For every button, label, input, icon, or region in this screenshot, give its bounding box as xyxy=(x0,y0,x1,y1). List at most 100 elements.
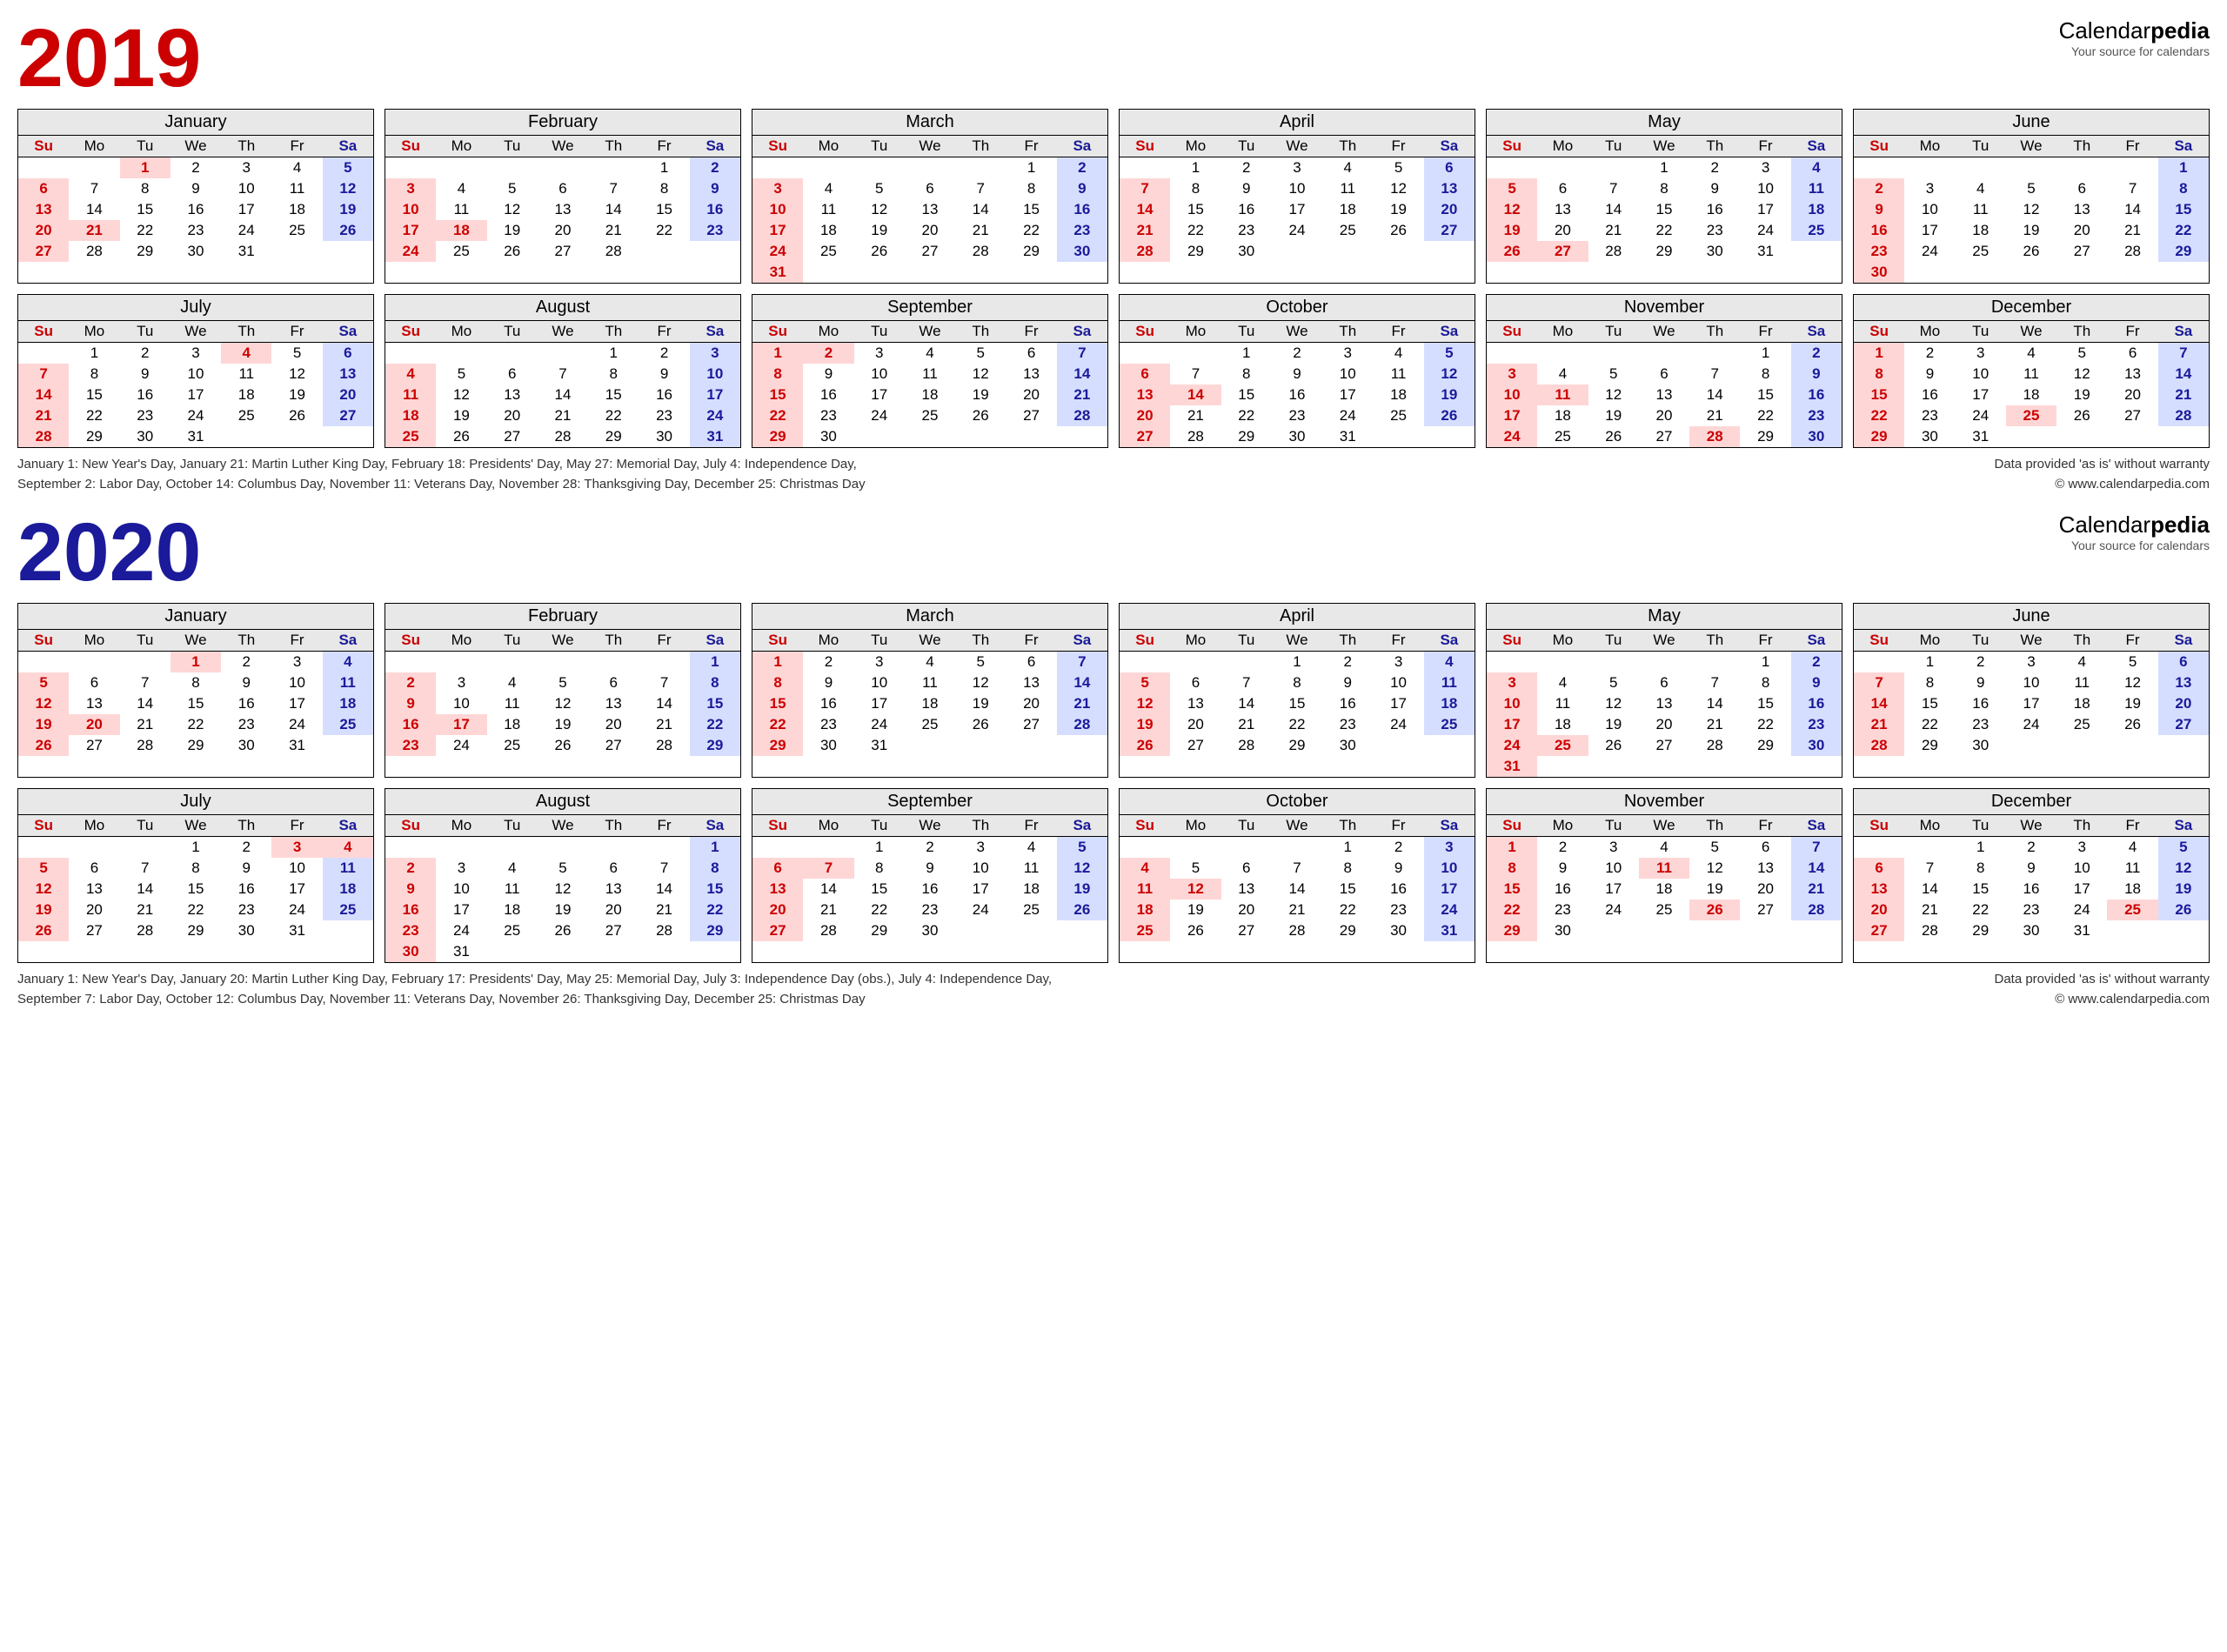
weekday-header: Fr xyxy=(2107,630,2157,652)
day-cell: 1 xyxy=(120,157,171,179)
day-cell: 23 xyxy=(803,714,853,735)
day-cell: 25 xyxy=(2056,714,2107,735)
day-cell: 31 xyxy=(436,941,486,962)
day-cell: 6 xyxy=(752,858,803,879)
weekday-header: Sa xyxy=(323,630,373,652)
day-cell: 22 xyxy=(690,900,740,920)
day-cell: 9 xyxy=(1956,672,2006,693)
weekday-header: Mo xyxy=(803,815,853,837)
day-cell xyxy=(803,157,853,179)
day-cell xyxy=(538,837,588,859)
day-cell: 24 xyxy=(2006,714,2056,735)
weekday-header: Fr xyxy=(1740,136,1790,157)
day-cell: 28 xyxy=(1854,735,1904,756)
day-cell: 11 xyxy=(1373,364,1423,385)
day-cell: 15 xyxy=(69,385,119,405)
day-cell: 22 xyxy=(120,220,171,241)
day-cell: 3 xyxy=(1956,343,2006,365)
weekday-header: Mo xyxy=(1904,321,1955,343)
day-cell xyxy=(1689,756,1740,777)
day-cell: 10 xyxy=(1487,693,1537,714)
day-cell: 11 xyxy=(323,672,373,693)
weekday-header: Th xyxy=(588,630,639,652)
day-cell: 4 xyxy=(1322,157,1373,179)
day-cell xyxy=(1639,920,1689,941)
day-cell: 7 xyxy=(1170,364,1221,385)
month-name: December xyxy=(1854,789,2209,815)
day-cell: 1 xyxy=(588,343,639,365)
day-cell: 16 xyxy=(221,693,271,714)
day-cell: 29 xyxy=(854,920,905,941)
weekday-header: Mo xyxy=(69,321,119,343)
day-cell: 29 xyxy=(1740,735,1790,756)
day-cell: 22 xyxy=(171,714,221,735)
day-cell xyxy=(1639,652,1689,673)
month-name: May xyxy=(1487,604,1842,630)
day-cell: 19 xyxy=(2107,693,2157,714)
day-cell: 31 xyxy=(271,735,322,756)
weekday-header: Fr xyxy=(639,136,689,157)
day-cell: 14 xyxy=(1904,879,1955,900)
month-june: JuneSuMoTuWeThFrSa1234567891011121314151… xyxy=(1853,603,2210,778)
day-cell xyxy=(1170,837,1221,859)
day-cell xyxy=(1120,652,1170,673)
weekday-header: We xyxy=(2006,136,2056,157)
day-cell: 14 xyxy=(639,693,689,714)
day-cell: 18 xyxy=(1537,714,1588,735)
day-cell: 13 xyxy=(588,693,639,714)
day-cell: 28 xyxy=(2158,405,2209,426)
day-cell: 26 xyxy=(1424,405,1475,426)
day-cell: 17 xyxy=(854,693,905,714)
day-cell: 6 xyxy=(2158,652,2209,673)
day-cell: 19 xyxy=(854,220,905,241)
day-cell: 18 xyxy=(905,385,955,405)
day-cell: 13 xyxy=(1639,693,1689,714)
day-cell: 2 xyxy=(1373,837,1423,859)
day-cell: 17 xyxy=(1272,199,1322,220)
day-cell: 3 xyxy=(1487,364,1537,385)
day-cell xyxy=(487,652,538,673)
day-cell: 16 xyxy=(639,385,689,405)
day-cell: 30 xyxy=(1689,241,1740,262)
day-cell: 30 xyxy=(2006,920,2056,941)
day-cell: 12 xyxy=(1487,199,1537,220)
day-cell xyxy=(2006,426,2056,447)
day-cell: 7 xyxy=(1791,837,1842,859)
weekday-header: Fr xyxy=(1740,321,1790,343)
weekday-header: Th xyxy=(2056,321,2107,343)
day-cell: 4 xyxy=(1120,858,1170,879)
day-cell: 18 xyxy=(487,900,538,920)
day-cell xyxy=(385,157,436,179)
day-cell: 15 xyxy=(588,385,639,405)
weekday-header: Sa xyxy=(1057,136,1107,157)
day-cell: 9 xyxy=(1689,178,1740,199)
day-cell: 28 xyxy=(18,426,69,447)
day-cell: 20 xyxy=(2056,220,2107,241)
day-cell xyxy=(2107,735,2157,756)
day-cell: 12 xyxy=(955,672,1006,693)
day-cell: 13 xyxy=(905,199,955,220)
day-cell: 28 xyxy=(120,735,171,756)
day-cell: 10 xyxy=(171,364,221,385)
weekday-header: Su xyxy=(385,630,436,652)
day-cell: 6 xyxy=(905,178,955,199)
weekday-header: Sa xyxy=(323,136,373,157)
day-cell: 11 xyxy=(2056,672,2107,693)
day-cell xyxy=(2107,262,2157,283)
day-cell: 23 xyxy=(1791,714,1842,735)
day-cell: 4 xyxy=(2006,343,2056,365)
day-cell: 12 xyxy=(1170,879,1221,900)
day-cell: 8 xyxy=(1956,858,2006,879)
day-cell: 7 xyxy=(955,178,1006,199)
day-cell: 11 xyxy=(487,879,538,900)
weekday-header: Mo xyxy=(803,136,853,157)
day-cell: 25 xyxy=(385,426,436,447)
day-cell: 10 xyxy=(1588,858,1639,879)
day-cell xyxy=(588,157,639,179)
day-cell: 23 xyxy=(1057,220,1107,241)
day-cell: 8 xyxy=(690,672,740,693)
day-cell: 25 xyxy=(905,714,955,735)
day-cell: 9 xyxy=(221,672,271,693)
brand-name: Calendarpedia xyxy=(2059,512,2210,538)
month-february: FebruarySuMoTuWeThFrSa123456789101112131… xyxy=(385,109,741,284)
